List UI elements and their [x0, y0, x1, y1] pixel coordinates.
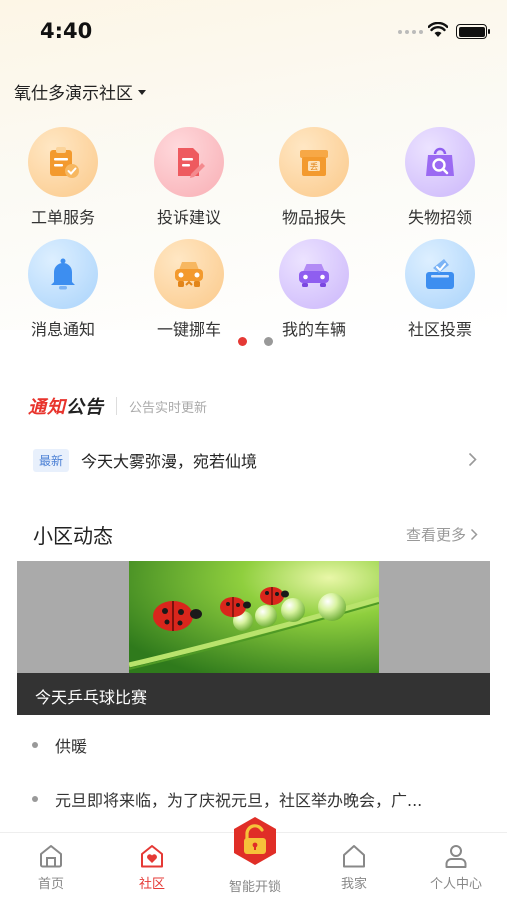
notice-subtitle: 公告实时更新	[129, 400, 208, 416]
community-selector[interactable]: 氧仕多演示社区	[14, 79, 146, 104]
status-bar: 4:40	[0, 0, 507, 60]
ballot-box-icon	[405, 239, 475, 309]
news-text: 元旦即将来临，为了庆祝元旦，社区举办晚会，广...	[55, 791, 423, 810]
news-list-item[interactable]: 供暖	[32, 733, 87, 757]
community-name: 氧仕多演示社区	[14, 84, 133, 104]
tab-profile[interactable]: 个人中心	[411, 843, 501, 892]
notice-logo-red: 通知	[28, 397, 66, 418]
tab-my-home[interactable]: 我家	[309, 843, 399, 892]
service-work-order[interactable]: 工单服务	[8, 127, 118, 227]
status-time: 4:40	[40, 19, 93, 43]
community-news-header: 小区动态 查看更多	[33, 520, 478, 549]
notice-logo-dark: 公告	[66, 397, 104, 418]
clipboard-check-icon	[28, 127, 98, 197]
page-dot	[264, 337, 273, 346]
document-edit-icon	[154, 127, 224, 197]
tab-label: 社区	[138, 877, 165, 892]
service-label: 物品报失	[281, 208, 346, 227]
tab-label: 首页	[37, 877, 64, 892]
community-heart-icon	[141, 845, 163, 868]
service-complaint[interactable]: 投诉建议	[134, 127, 244, 227]
see-more-link[interactable]: 查看更多	[406, 524, 478, 545]
service-label: 投诉建议	[156, 208, 221, 227]
service-label: 消息通知	[30, 320, 95, 339]
service-my-vehicles[interactable]: 我的车辆	[259, 239, 369, 339]
page-dot-active	[238, 337, 247, 346]
box-icon: 丢	[279, 127, 349, 197]
caret-down-icon	[138, 90, 146, 95]
notice-text: 今天大雾弥漫，宛若仙境	[81, 452, 258, 471]
banner-caption: 今天乒乓球比赛	[17, 673, 490, 715]
car-icon	[279, 239, 349, 309]
latest-badge: 最新	[33, 448, 70, 472]
person-icon	[445, 845, 467, 868]
notice-item[interactable]: 最新 今天大雾弥漫，宛若仙境	[33, 445, 483, 475]
smart-unlock-label: 智能开锁	[228, 880, 281, 895]
notice-logo: 通知公告	[28, 393, 104, 419]
bullet-dot	[32, 742, 38, 748]
service-label: 我的车辆	[281, 320, 346, 339]
news-text: 供暖	[55, 737, 88, 756]
tab-label: 我家	[340, 877, 367, 892]
ladybug-photo	[129, 561, 379, 673]
service-lost-found[interactable]: 失物招领	[385, 127, 495, 227]
tab-community[interactable]: 社区	[107, 843, 197, 892]
section-title: 小区动态	[33, 524, 113, 548]
service-grid: 工单服务 投诉建议 丢 物品报失 失物招领 消息通知 一键挪车 我的车辆 社区投…	[0, 127, 507, 342]
divider	[116, 397, 117, 415]
cellular-signal-icon	[398, 30, 423, 34]
service-label: 社区投票	[407, 320, 472, 339]
car-front-icon	[154, 239, 224, 309]
news-banner[interactable]: 今天乒乓球比赛	[17, 561, 490, 715]
see-more-label: 查看更多	[405, 526, 466, 544]
bell-icon	[28, 239, 98, 309]
service-label: 一键挪车	[156, 320, 221, 339]
battery-icon	[456, 24, 490, 39]
service-move-car[interactable]: 一键挪车	[134, 239, 244, 339]
bullet-dot	[32, 796, 38, 802]
news-list-item[interactable]: 元旦即将来临，为了庆祝元旦，社区举办晚会，广...	[32, 787, 422, 811]
service-label: 工单服务	[30, 208, 95, 227]
service-community-vote[interactable]: 社区投票	[385, 239, 495, 339]
service-label: 失物招领	[407, 208, 472, 227]
house-icon	[343, 845, 365, 868]
wifi-icon	[428, 22, 448, 37]
smart-unlock-button[interactable]	[230, 816, 280, 866]
chevron-right-icon	[470, 528, 478, 541]
box-icon-text: 丢	[310, 162, 319, 173]
tab-home[interactable]: 首页	[6, 843, 96, 892]
service-lost-report[interactable]: 丢 物品报失	[259, 127, 369, 227]
page-indicator[interactable]	[238, 337, 273, 346]
chevron-right-icon	[468, 452, 477, 467]
service-notifications[interactable]: 消息通知	[8, 239, 118, 339]
notice-header: 通知公告 公告实时更新	[28, 393, 207, 419]
tab-label: 个人中心	[429, 877, 482, 892]
home-icon	[40, 845, 62, 868]
bag-search-icon	[405, 127, 475, 197]
